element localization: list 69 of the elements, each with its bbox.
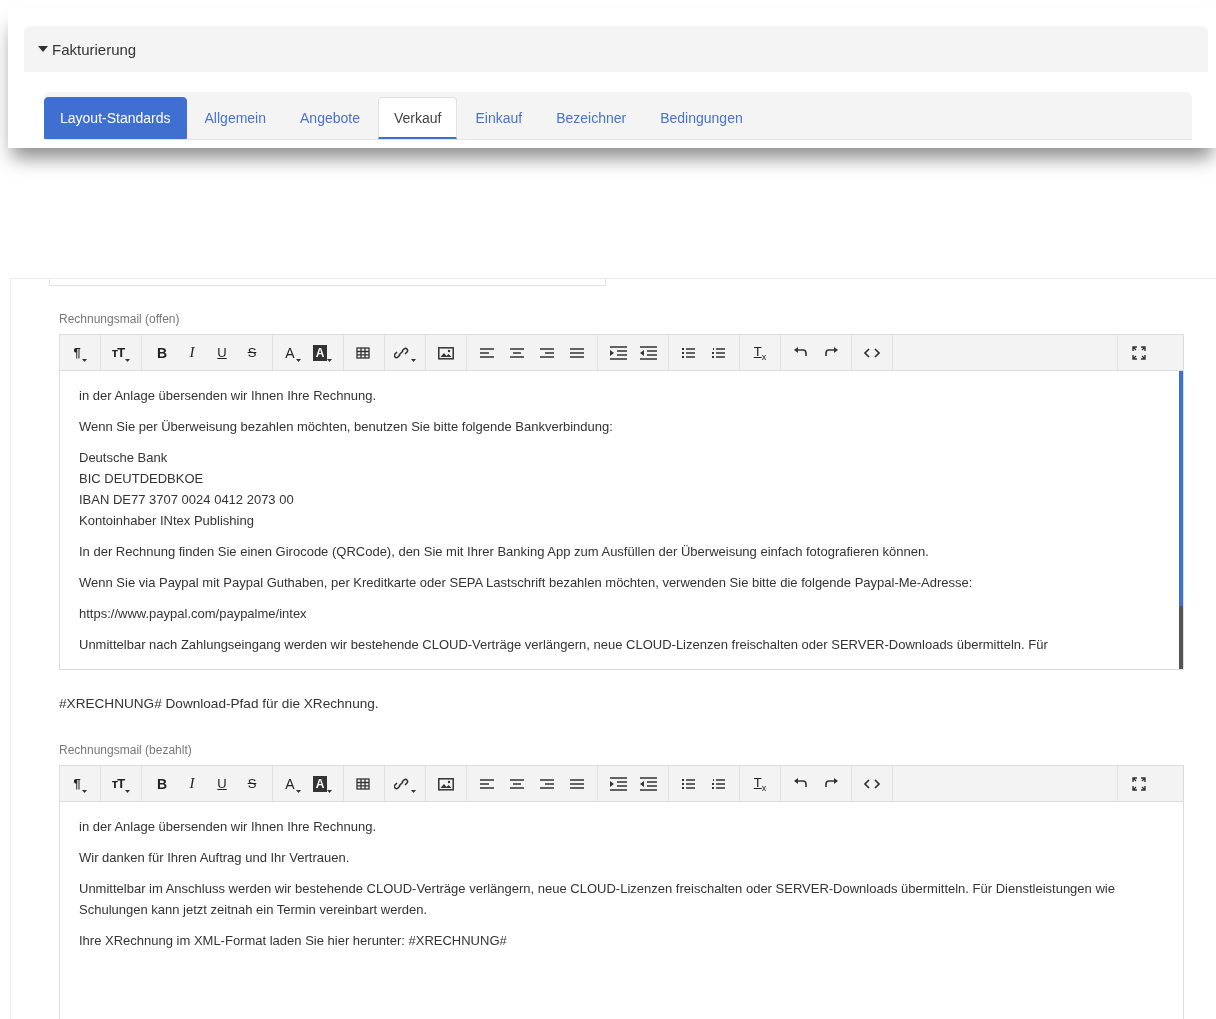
tab[interactable]: Einkauf [459, 97, 539, 139]
field-label: Rechnungsmail (offen) [59, 312, 180, 326]
hint-text: #XRECHNUNG# Download-Pfad für die XRechnung. [59, 696, 380, 711]
section-header[interactable]: Fakturierung [24, 26, 1208, 72]
font-size-button[interactable]: тT [106, 769, 136, 798]
justify-icon [569, 345, 585, 360]
paragraph: Wenn Sie per Überweisung bezahlen möchten, benutzen Sie bitte folgende Bankverbindung: [79, 418, 613, 436]
fullscreen-icon [1132, 776, 1146, 791]
indent-icon [609, 345, 627, 360]
highlight-button[interactable]: A [308, 769, 338, 798]
font-color-button[interactable]: A [278, 769, 308, 798]
paragraph: In der Rechnung finden Sie einen Girocode (QRCode), den Sie mit Ihrer Banking App zum Ausfüllen der Überweisung einfach fotografieren können. [79, 543, 929, 561]
paragraph: Wir danken für Ihren Auftrag und Ihr Vertrauen. [79, 849, 350, 867]
numbered-list-icon [711, 345, 727, 360]
strikethrough-button[interactable]: S [237, 338, 267, 367]
bold-button[interactable]: B [147, 769, 177, 798]
bold-button[interactable]: B [147, 338, 177, 367]
outdent-icon [639, 345, 657, 360]
tab[interactable]: Verkauf [377, 97, 458, 139]
caret-icon [38, 45, 48, 53]
italic-button[interactable]: I [177, 769, 207, 798]
text-field[interactable] [49, 279, 606, 286]
paragraph: in der Anlage übersenden wir Ihnen Ihre Rechnung. [79, 818, 377, 836]
bullet-list-icon [681, 776, 697, 791]
paragraph: Unmittelbar nach Zahlungseingang werden wir bestehende CLOUD-Verträge verlängern, neue CLOUD-Lizenzen freischalten oder SERVER-Downloads übermitteln. Für [79, 636, 1048, 654]
field-label: Rechnungsmail (bezahlt) [59, 743, 192, 757]
paragraph: Ihre XRechnung im XML-Format laden Sie hier herunter: #XRECHNUNG# [79, 932, 507, 950]
image-icon [438, 345, 454, 360]
indent-icon [609, 776, 627, 791]
paragraph: in der Anlage übersenden wir Ihnen Ihre Rechnung. [79, 387, 377, 405]
numbered-list-icon [711, 776, 727, 791]
align-left-icon [479, 345, 495, 360]
highlight-button[interactable]: A [308, 338, 338, 367]
strikethrough-button[interactable]: S [237, 769, 267, 798]
image-icon [438, 776, 454, 791]
align-left-icon [479, 776, 495, 791]
paragraph: Unmittelbar im Anschluss werden wir bestehende CLOUD-Verträge verlängern, neue CLOUD-Lizenzen freischalten oder SERVER-Downloads übermitteln. Für Dienstleistungen wie Schulungen kann jetzt zeitnah ein Termin vereinbart werden. [79, 880, 1115, 919]
paragraph: https://www.paypal.com/paypalme/intex [79, 605, 307, 623]
fullscreen-icon [1132, 345, 1146, 360]
font-size-button[interactable]: тT [106, 338, 136, 367]
tab[interactable]: Allgemein [188, 97, 282, 139]
underline-button[interactable]: U [207, 338, 237, 367]
code-view-icon [864, 776, 880, 791]
align-center-icon [509, 776, 525, 791]
clear-format-button[interactable]: T$_{x}$ [745, 769, 775, 798]
font-color-button[interactable]: A [278, 338, 308, 367]
paragraph: Deutsche Bank BIC DEUTDEDBKOE IBAN DE77 3707 0024 0412 2073 00 Kontoinhaber INtex Publishing [79, 449, 294, 530]
paragraph: Wenn Sie via Paypal mit Paypal Guthaben, per Kreditkarte oder SEPA Lastschrift bezahlen möchten, verwenden Sie bitte die folgende Paypal-Me-Adresse: [79, 574, 973, 592]
align-right-icon [539, 345, 555, 360]
code-view-icon [864, 345, 880, 360]
tab[interactable]: Bezeichner [540, 97, 643, 139]
table-icon [356, 776, 372, 791]
scrollbar[interactable] [1179, 371, 1183, 669]
tab-button[interactable]: Layout-Standards [44, 97, 187, 139]
outdent-icon [639, 776, 657, 791]
justify-icon [569, 776, 585, 791]
paragraph-button[interactable]: ¶ [65, 338, 95, 367]
table-icon [356, 345, 372, 360]
link-icon [394, 776, 410, 791]
link-icon [394, 345, 410, 360]
tab[interactable]: Angebote [284, 97, 376, 139]
underline-button[interactable]: U [207, 769, 237, 798]
clear-format-button[interactable]: T$_{x}$ [745, 338, 775, 367]
align-right-icon [539, 776, 555, 791]
bullet-list-icon [681, 345, 697, 360]
align-center-icon [509, 345, 525, 360]
italic-button[interactable]: I [177, 338, 207, 367]
paragraph-button[interactable]: ¶ [65, 769, 95, 798]
tab[interactable]: Bedingungen [644, 97, 759, 139]
